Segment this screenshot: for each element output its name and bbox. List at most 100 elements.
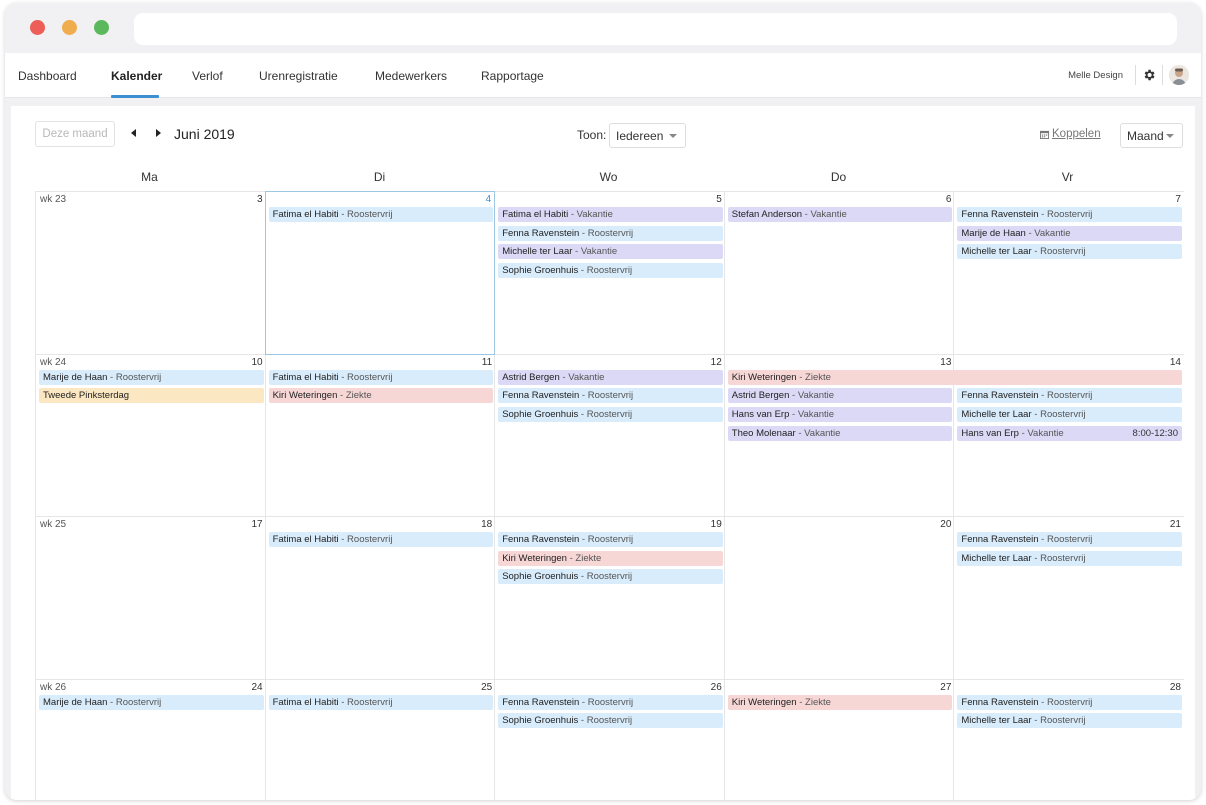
event-employee-name: Fenna Ravenstein [502,534,580,545]
nav-rapportage[interactable]: Rapportage [481,69,544,83]
event-employee-name: Michelle ter Laar [961,246,1032,258]
event-separator: - [795,427,805,439]
calendar-event[interactable]: Fatima el Habiti - Roostervrij [268,369,494,385]
day-cell[interactable]: wk 23 3 [35,191,266,355]
event-separator: - [1038,534,1047,545]
toon-label: Toon: [577,128,607,142]
calendar-event[interactable]: Astrid Bergen - Vakantie [727,388,953,404]
event-separator: - [338,209,348,220]
day-cell[interactable]: wk 25 17 [35,516,266,680]
calendar-event[interactable]: Michelle ter Laar - Roostervrij [957,406,1182,422]
calendar-event[interactable]: Astrid Bergen - Vakantie [498,369,723,385]
calendar-event[interactable]: Kiri Weteringen - Ziekte [727,369,1182,385]
event-employee-name: Fatima el Habiti [272,371,339,383]
event-employee-name: Theo Molenaar [731,427,796,439]
event-employee-name: Michelle ter Laar [502,246,573,258]
event-employee-name: Fenna Ravenstein [961,534,1039,545]
koppelen-link[interactable]: Koppelen [1040,128,1101,140]
calendar-event[interactable]: Fatima el Habiti - Roostervrij [268,532,494,547]
nav-dashboard[interactable]: Dashboard [18,69,77,83]
avatar[interactable] [1169,65,1189,85]
address-bar[interactable] [134,13,1177,45]
day-header-wo: Wo [599,170,618,184]
calendar-event[interactable]: Fatima el Habiti - Roostervrij [268,694,494,710]
calendar-event[interactable]: Sophie Groenhuis - Roostervrij [498,406,723,422]
calendar-event[interactable]: Hans van Erp - Vakantie [727,406,953,422]
minimize-window-button[interactable] [62,20,77,35]
calendar-event[interactable]: Michelle ter Laar - Roostervrij [957,713,1182,729]
day-cell[interactable]: 20 [723,516,955,680]
event-type: Roostervrij [347,209,393,220]
event-type: Roostervrij [1040,408,1086,420]
close-window-button[interactable] [30,20,45,35]
calendar-event[interactable]: Fenna Ravenstein - Roostervrij [498,532,723,547]
event-type: Roostervrij [115,696,162,708]
event-employee-name: Fatima el Habiti [272,209,339,220]
calendar-event[interactable]: Sophie Groenhuis - Roostervrij [498,569,723,585]
gear-icon[interactable] [1142,68,1156,82]
calendar-event[interactable]: Tweede Pinksterdag [39,388,264,404]
event-separator: - [338,696,348,708]
caret-right-icon[interactable] [156,129,161,137]
calendar-event[interactable]: Fenna Ravenstein - Roostervrij [498,694,723,710]
event-employee-name: Fenna Ravenstein [961,390,1039,402]
nav-urenregistratie[interactable]: Urenregistratie [259,69,338,83]
day-number: 13 [940,356,952,368]
event-employee-name: Fenna Ravenstein [961,209,1039,220]
event-separator: - [338,534,348,545]
event-separator: - [579,534,588,545]
event-employee-name: Michelle ter Laar [961,408,1032,420]
event-employee-name: Tweede Pinksterdag [43,390,130,402]
nav-kalender[interactable]: Kalender [111,69,162,83]
toon-select[interactable]: Iedereen [609,123,686,148]
event-type: Vakantie [576,209,613,220]
calendar-event[interactable]: Stefan Anderson - Vakantie [727,207,953,222]
calendar-event[interactable]: Sophie Groenhuis - Roostervrij [498,263,723,279]
user-name[interactable]: Melle Design [1068,70,1123,81]
day-header-ma: Ma [141,170,158,184]
view-select[interactable]: Maand [1120,123,1183,148]
calendar-event[interactable]: Fenna Ravenstein - Roostervrij [498,225,723,241]
month-title: Juni 2019 [174,126,235,142]
day-number: 21 [1169,519,1181,530]
calendar-event[interactable]: Fenna Ravenstein - Roostervrij [957,388,1182,404]
calendar-event[interactable]: Kiri Weteringen - Ziekte [498,550,723,566]
day-number: 26 [710,681,722,693]
calendar-event[interactable]: Theo Molenaar - Vakantie [727,425,953,441]
event-type: Vakantie [804,427,841,439]
event-separator: - [578,408,587,420]
event-separator: - [107,371,116,383]
calendar-event[interactable]: Kiri Weteringen - Ziekte [268,388,494,404]
day-number: 10 [251,356,263,368]
calendar-event[interactable]: Fenna Ravenstein - Roostervrij [957,532,1182,547]
event-separator: - [579,227,588,239]
event-type: Roostervrij [1046,209,1093,220]
day-number: 3 [257,194,263,205]
calendar-event[interactable]: Fenna Ravenstein - Roostervrij [957,694,1182,710]
calendar-event[interactable]: Michelle ter Laar - Vakantie [498,244,723,260]
event-employee-name: Kiri Weteringen [731,696,797,708]
calendar-event[interactable]: Marije de Haan - Roostervrij [39,694,264,710]
calendar-event[interactable]: Fatima el Habiti - Vakantie [498,207,723,222]
view-value: Maand [1127,128,1164,143]
this-month-button[interactable]: Deze maand [35,121,115,147]
calendar-event[interactable]: Fenna Ravenstein - Roostervrij [957,207,1182,222]
day-number: 20 [940,519,952,530]
koppelen-label: Koppelen [1052,128,1101,140]
caret-left-icon[interactable] [131,129,136,137]
calendar-event[interactable]: Michelle ter Laar - Roostervrij [957,550,1182,566]
nav-medewerkers[interactable]: Medewerkers [375,69,447,83]
calendar-event[interactable]: Fatima el Habiti - Roostervrij [268,207,494,222]
calendar-event[interactable]: Marije de Haan - Roostervrij [39,369,264,385]
calendar-event[interactable]: Michelle ter Laar - Roostervrij [957,244,1182,260]
maximize-window-button[interactable] [94,20,109,35]
event-employee-name: Marije de Haan [43,371,108,383]
calendar-event[interactable]: Sophie Groenhuis - Roostervrij [498,713,723,729]
calendar-event[interactable]: Kiri Weteringen - Ziekte [727,694,953,710]
nav-verlof[interactable]: Verlof [192,69,223,83]
calendar-event[interactable]: Fenna Ravenstein - Roostervrij [498,388,723,404]
calendar-event[interactable]: Hans van Erp - Vakantie 8:00-12:30 [957,425,1182,441]
event-type: Vakantie [580,246,618,258]
window-titlebar [5,3,1201,53]
calendar-event[interactable]: Marije de Haan - Vakantie [957,225,1182,241]
